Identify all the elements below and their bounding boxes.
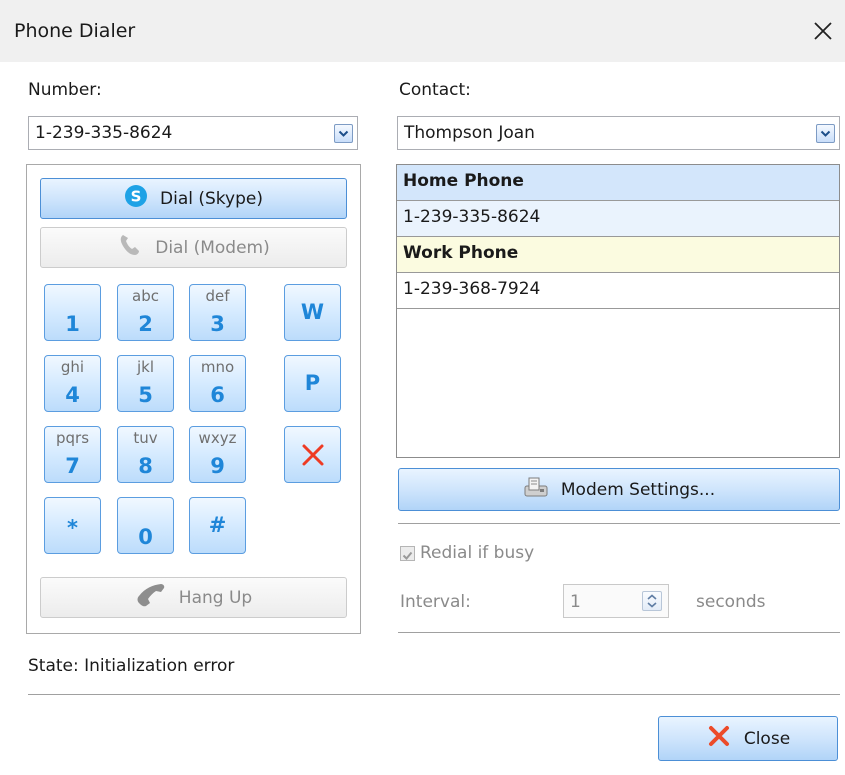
dial-skype-label: Dial (Skype): [160, 188, 263, 209]
hang-up-button[interactable]: Hang Up: [40, 577, 347, 618]
list-item-header: Home Phone: [397, 165, 839, 201]
key-letters: abc: [132, 287, 159, 305]
key-digit: 7: [65, 454, 80, 478]
spinner-arrows-icon[interactable]: [642, 591, 662, 611]
modem-settings-button[interactable]: Modem Settings...: [398, 468, 840, 511]
key-9[interactable]: wxyz 9: [189, 426, 246, 483]
key-digit: 0: [138, 525, 153, 549]
hang-up-handset-icon: [135, 581, 167, 614]
key-digit: 4: [65, 383, 80, 407]
close-button[interactable]: Close: [658, 716, 838, 761]
list-item-phone[interactable]: 1-239-335-8624: [397, 201, 839, 237]
list-item-header: Work Phone: [397, 237, 839, 273]
key-digit: 5: [138, 383, 153, 407]
key-digit: 2: [138, 312, 153, 336]
contact-combobox[interactable]: Thompson Joan: [397, 116, 840, 150]
key-8[interactable]: tuv 8: [117, 426, 174, 483]
svg-text:S: S: [131, 188, 142, 206]
key-digit: W: [300, 300, 325, 324]
key-w[interactable]: W: [284, 284, 341, 341]
key-letters: pqrs: [55, 429, 90, 447]
interval-label: Interval:: [400, 592, 471, 612]
key-2[interactable]: abc 2: [117, 284, 174, 341]
chevron-down-icon[interactable]: [816, 124, 835, 143]
key-7[interactable]: pqrs 7: [44, 426, 101, 483]
window-title: Phone Dialer: [14, 20, 136, 42]
key-1[interactable]: 1: [44, 284, 101, 341]
key-p[interactable]: P: [284, 355, 341, 412]
key-digit: #: [208, 513, 227, 537]
window-close-icon[interactable]: [806, 14, 840, 48]
key-6[interactable]: mno 6: [189, 355, 246, 412]
key-letters: ghi: [60, 358, 85, 376]
key-digit: P: [304, 371, 321, 395]
key-5[interactable]: jkl 5: [117, 355, 174, 412]
close-label: Close: [743, 728, 791, 749]
state-text: State: Initialization error: [28, 656, 235, 676]
number-value: 1-239-335-8624: [35, 123, 173, 143]
modem-settings-icon: [523, 476, 549, 503]
redial-label: Redial if busy: [420, 543, 535, 563]
key-star[interactable]: *: [44, 497, 101, 554]
key-0[interactable]: 0: [117, 497, 174, 554]
interval-stepper[interactable]: 1: [563, 584, 669, 618]
key-digit: 6: [210, 383, 225, 407]
modem-settings-label: Modem Settings...: [560, 479, 716, 500]
list-item-phone[interactable]: 1-239-368-7924: [397, 273, 839, 309]
key-letters: def: [205, 287, 230, 305]
key-letters: tuv: [133, 429, 158, 447]
chevron-down-icon[interactable]: [334, 124, 353, 143]
backspace-button[interactable]: [284, 426, 341, 483]
divider: [28, 694, 840, 695]
divider: [398, 632, 840, 633]
number-label: Number:: [28, 80, 102, 100]
dial-skype-button[interactable]: S Dial (Skype): [40, 178, 347, 219]
key-hash[interactable]: #: [189, 497, 246, 554]
key-digit: 8: [138, 454, 153, 478]
contact-label: Contact:: [399, 80, 471, 100]
divider: [398, 523, 840, 524]
key-letters: mno: [200, 358, 235, 376]
key-4[interactable]: ghi 4: [44, 355, 101, 412]
key-letters: wxyz: [198, 429, 237, 447]
dial-modem-button[interactable]: Dial (Modem): [40, 227, 347, 268]
phone-list[interactable]: Home Phone 1-239-335-8624 Work Phone 1-2…: [396, 164, 840, 458]
interval-unit: seconds: [696, 592, 766, 612]
skype-icon: S: [124, 184, 148, 213]
hang-up-label: Hang Up: [178, 587, 253, 608]
key-letters: jkl: [136, 358, 155, 376]
redial-checkbox[interactable]: [400, 546, 415, 561]
key-digit: *: [67, 516, 78, 540]
contact-value: Thompson Joan: [404, 123, 535, 143]
key-digit: 9: [210, 454, 225, 478]
number-combobox[interactable]: 1-239-335-8624: [28, 116, 358, 150]
key-digit: 3: [210, 312, 225, 336]
dial-modem-label: Dial (Modem): [155, 237, 270, 258]
red-x-icon: [299, 441, 327, 474]
interval-value: 1: [570, 592, 581, 612]
red-x-icon: [706, 723, 732, 754]
phone-handset-icon: [117, 232, 143, 263]
key-3[interactable]: def 3: [189, 284, 246, 341]
key-digit: 1: [65, 312, 80, 336]
